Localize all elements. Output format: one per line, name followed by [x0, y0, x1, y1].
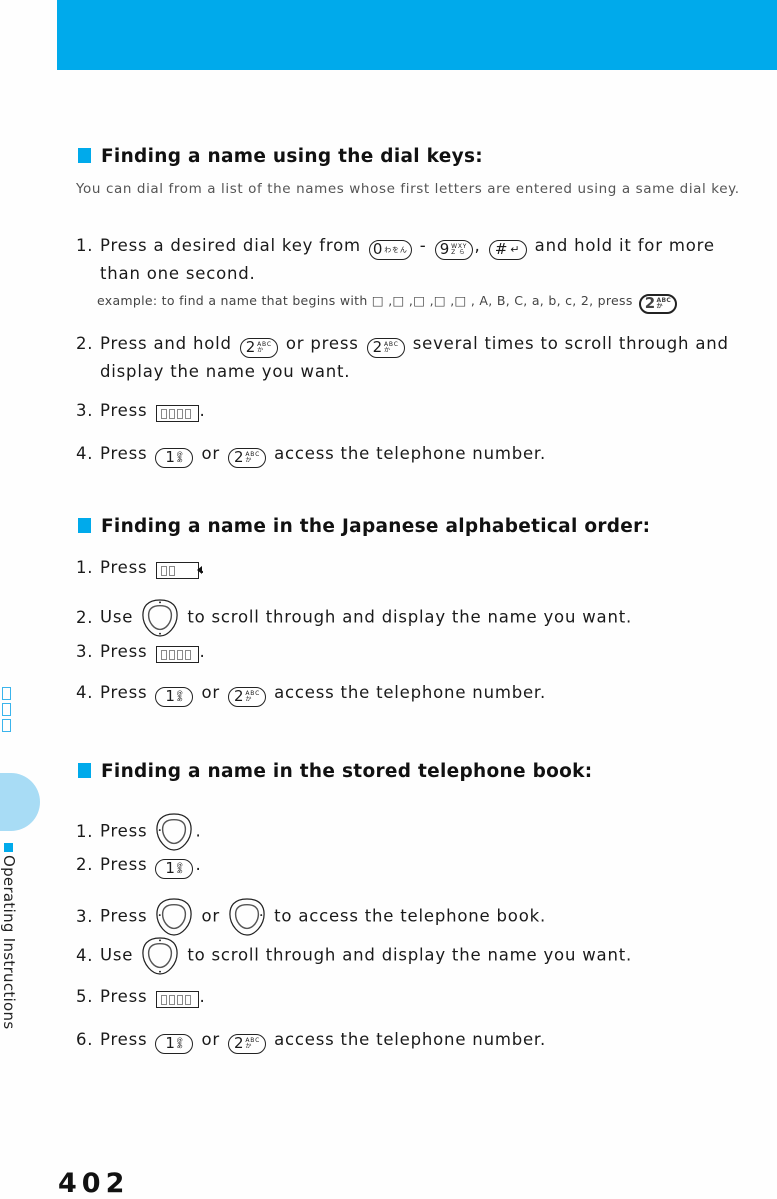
key-1-icon: 1 @ あ — [155, 858, 194, 879]
step-4: 4. Use to scroll through and display the … — [76, 936, 632, 976]
key-1-icon: 1 @ あ — [155, 447, 194, 468]
intro-text: You can dial from a list of the names wh… — [76, 181, 740, 197]
step-4: 4. Press 1 @ あ or 2 ABC か access the telephon… — [76, 683, 547, 707]
nav-key-updown-icon — [142, 599, 178, 637]
nav-key-updown-icon — [142, 937, 178, 975]
step-2: 2. Use to scroll through and display the … — [76, 598, 632, 638]
chapter-tab — [0, 773, 40, 831]
key-2-icon: 2 ABC か — [228, 1033, 267, 1054]
nav-key-left-icon — [156, 813, 193, 851]
bullet-square-icon — [4, 843, 13, 852]
key-1-icon: 1 @ あ — [155, 686, 194, 707]
step-3: 3. Press or to access the telephone book. — [76, 897, 546, 937]
step-1: 1. Press a desired dial key from 0 わをん - 9… — [76, 236, 715, 260]
step-2: 2. Press 1 @ あ. — [76, 855, 202, 879]
bullet-square-icon — [78, 148, 91, 163]
softkey-icon — [156, 991, 200, 1008]
softkey-icon — [156, 405, 200, 422]
key-2-icon: 2 ABC か — [228, 686, 267, 707]
section-heading-dial-keys: Finding a name using the dial keys: — [78, 146, 483, 167]
step-3: 3. Press . — [76, 642, 206, 663]
key-0-icon: 0 わをん — [368, 239, 412, 260]
step-1: 1. Press . — [76, 558, 206, 579]
key-2-icon: 2 ABC か — [638, 293, 677, 314]
section-heading-telephone-book: Finding a name in the stored telephone b… — [78, 761, 592, 782]
step-6: 6. Press 1 @ あ or 2 ABC か access the telephon… — [76, 1030, 547, 1054]
step-3: 3. Press . — [76, 401, 206, 422]
bullet-square-icon — [78, 763, 91, 778]
nav-key-left-icon — [156, 898, 193, 936]
section-heading-japanese-order: Finding a name in the Japanese alphabeti… — [78, 516, 650, 537]
nav-key-right-icon — [229, 898, 265, 936]
key-2-icon: 2 ABC か — [366, 337, 405, 358]
bullet-square-icon — [78, 518, 91, 533]
key-hash-icon: # ↵ — [488, 239, 527, 260]
softkey-icon — [156, 646, 200, 663]
key-2-icon: 2 ABC か — [228, 447, 267, 468]
example-note: example: to find a name that begins with… — [97, 293, 679, 314]
step-2: 2. Press and hold 2 ABC か or press 2 ABC か se… — [76, 334, 729, 358]
side-glyphs — [2, 687, 13, 735]
key-9-icon: 9 WXY Z ら — [434, 239, 473, 260]
sidebar-label: Operating Instructions — [0, 843, 18, 1083]
page-number: 402 — [58, 1168, 130, 1199]
step-1-continuation: than one second. — [100, 264, 256, 283]
key-2-icon: 2 ABC か — [239, 337, 278, 358]
softkey-left-icon — [156, 562, 203, 579]
step-4: 4. Press 1 @ あ or 2 ABC か access the telephon… — [76, 444, 547, 468]
step-2-continuation: display the name you want. — [100, 362, 351, 381]
step-1: 1. Press . — [76, 812, 202, 852]
step-5: 5. Press . — [76, 987, 206, 1008]
header-band — [57, 0, 777, 70]
key-1-icon: 1 @ あ — [155, 1033, 194, 1054]
